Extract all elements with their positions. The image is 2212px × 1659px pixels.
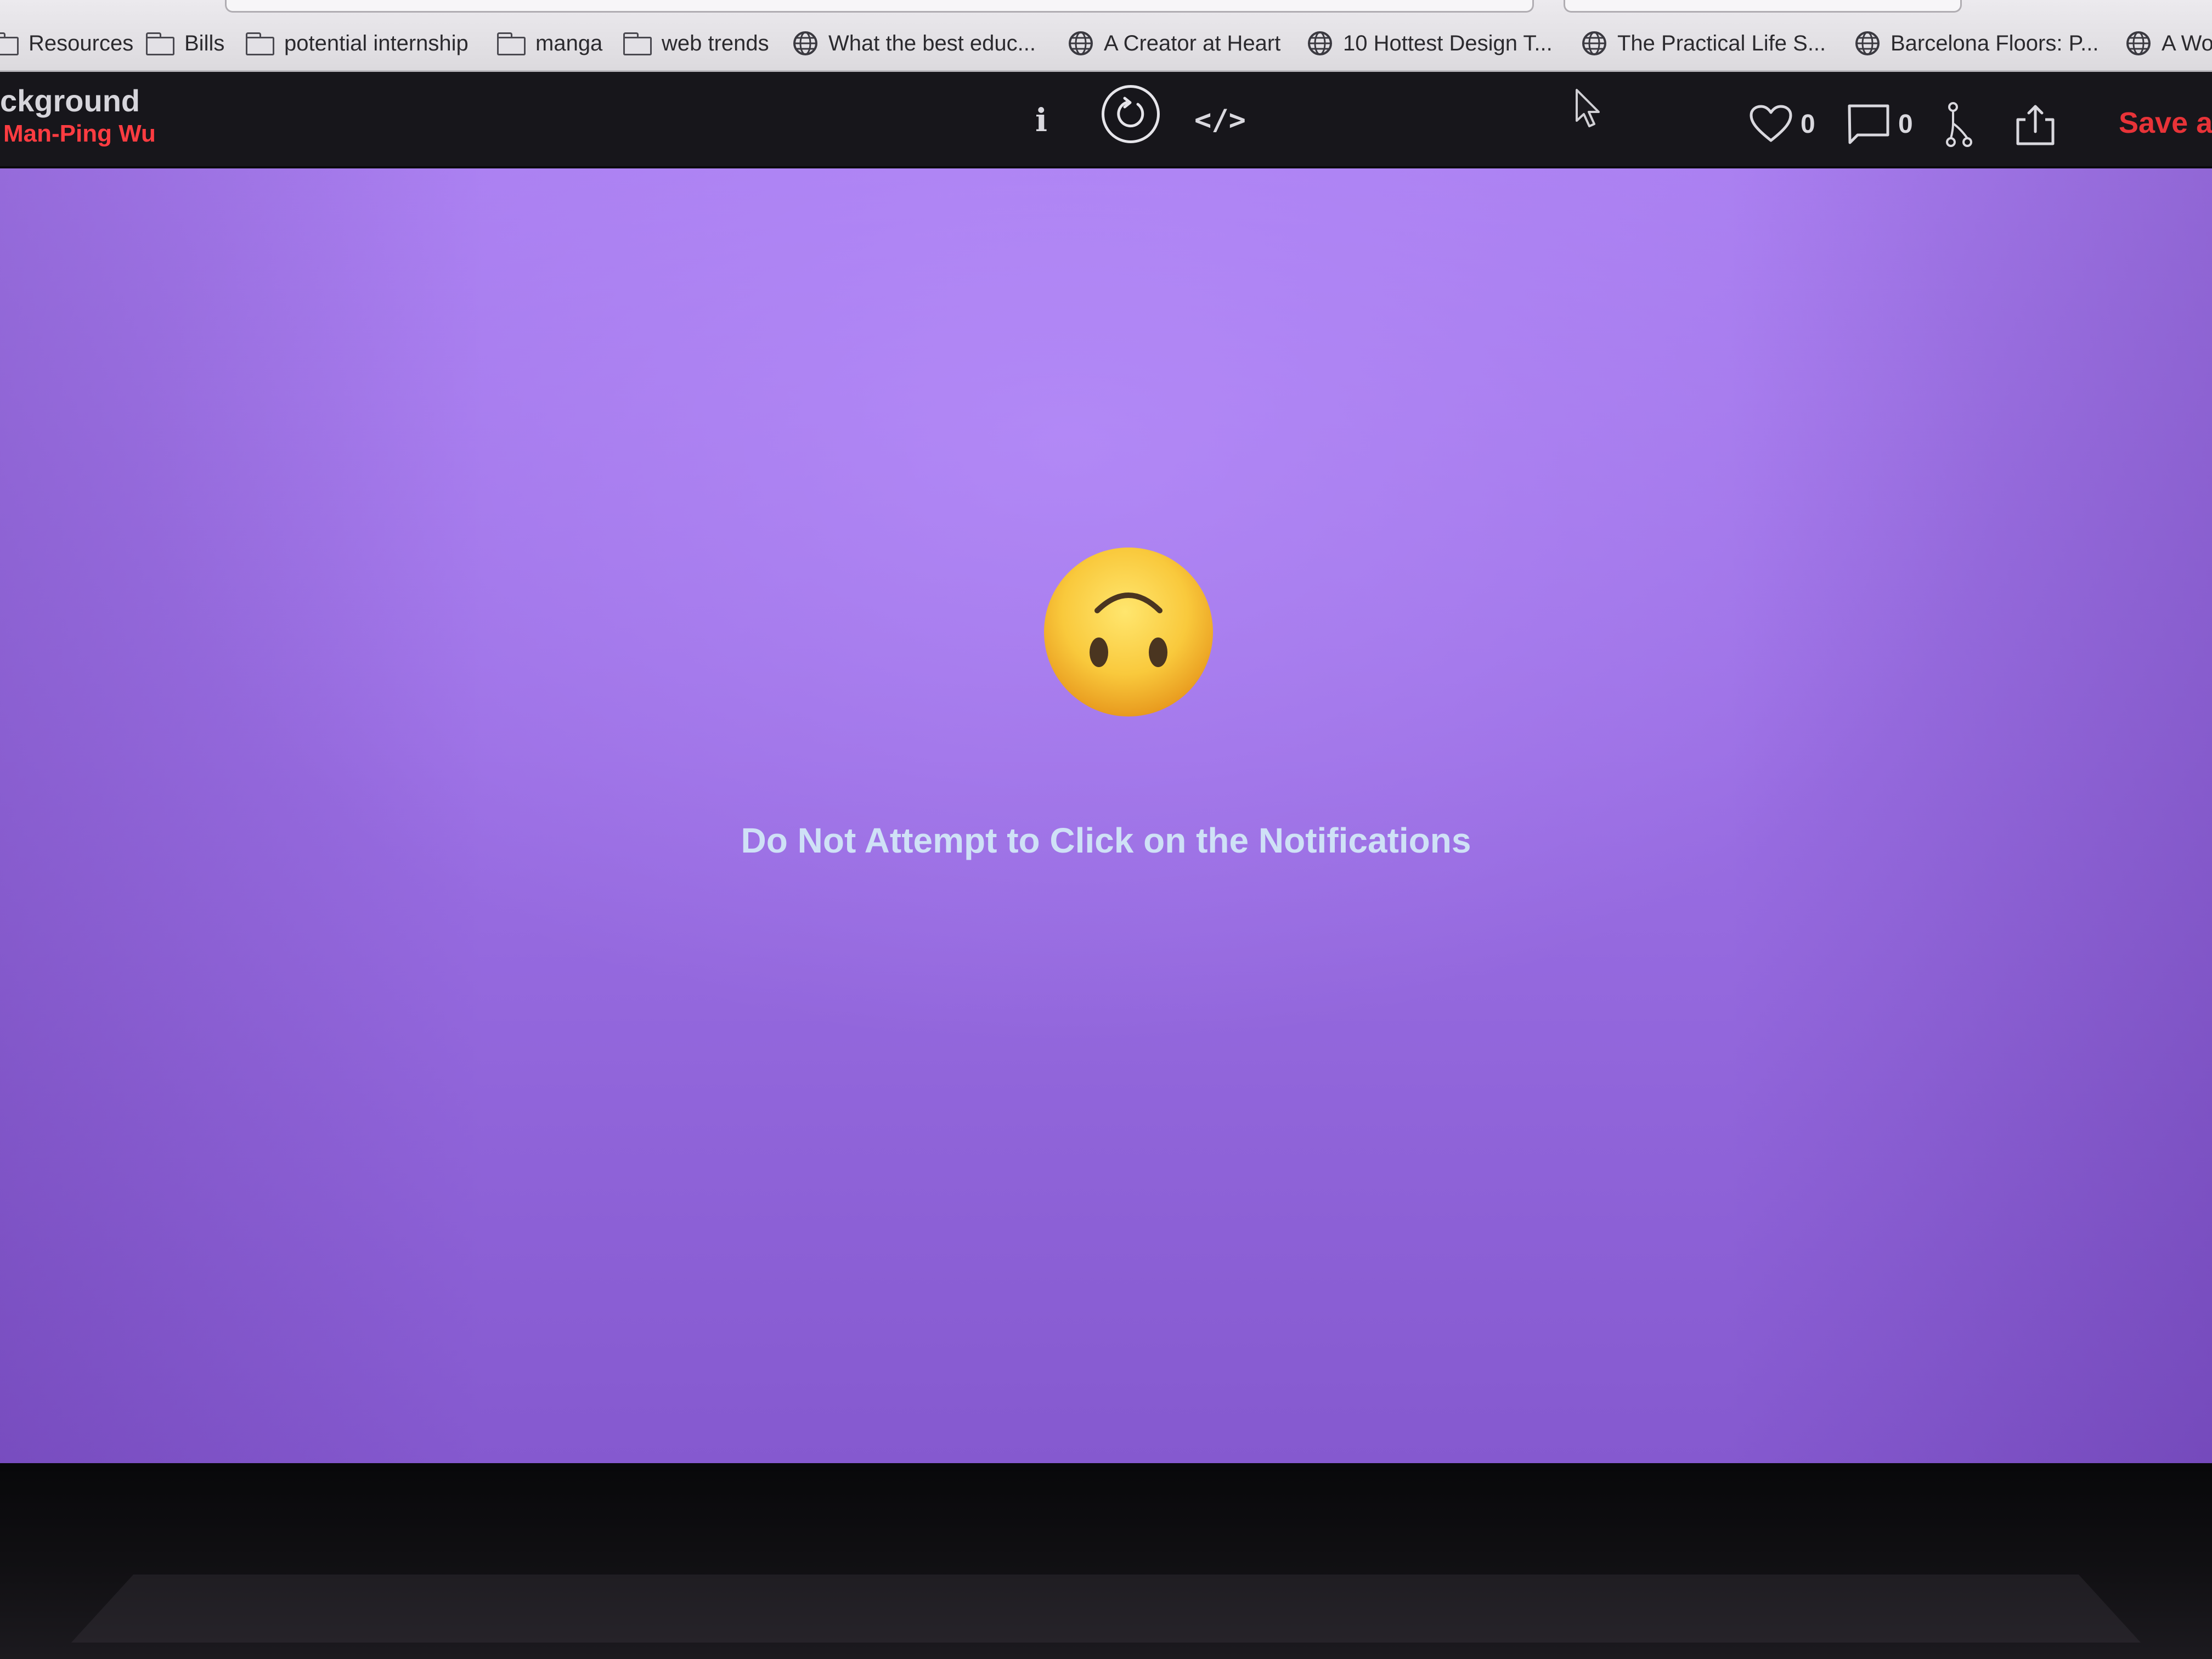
- screen: Resources Bills potential internship man…: [0, 0, 2212, 1659]
- bookmark-creator-at-heart[interactable]: A Creator at Heart: [1068, 24, 1280, 63]
- fork-icon: [1946, 102, 1972, 147]
- folder-icon: [497, 32, 526, 55]
- share-icon: [2016, 105, 2055, 145]
- bookmark-label: Barcelona Floors: P...: [1891, 31, 2099, 55]
- pen-title[interactable]: ckground: [0, 83, 140, 119]
- bookmark-label: A Wo: [2162, 31, 2212, 55]
- bookmark-practical-life[interactable]: The Practical Life S...: [1581, 24, 1826, 63]
- address-bar-edge[interactable]: [225, 0, 1534, 13]
- editor-toolbar: ckground Man-Ping Wu i </> 0 0 Save a: [0, 72, 2212, 168]
- bookmark-barcelona-floors[interactable]: Barcelona Floors: P...: [1854, 24, 2098, 63]
- bookmark-label: potential internship: [284, 31, 469, 55]
- bookmark-manga[interactable]: manga: [497, 24, 602, 63]
- share-button[interactable]: [2012, 100, 2058, 150]
- embed-code-button[interactable]: </>: [1194, 99, 1246, 141]
- globe-icon: [1308, 31, 1332, 55]
- bookmark-best-educ[interactable]: What the best educ...: [792, 24, 1036, 63]
- bookmark-hottest-design[interactable]: 10 Hottest Design T...: [1307, 24, 1553, 63]
- bookmark-label: Bills: [184, 31, 225, 55]
- upside-down-face-icon: [1044, 548, 1213, 716]
- bookmark-bills[interactable]: Bills: [146, 24, 224, 63]
- bookmark-label: What the best educ...: [828, 31, 1036, 55]
- preview-pane: Do Not Attempt to Click on the Notificat…: [0, 168, 2212, 1463]
- bookmark-resources[interactable]: Resources: [0, 24, 133, 63]
- heart-icon: [1750, 105, 1792, 142]
- bookmark-web-trends[interactable]: web trends: [623, 24, 769, 63]
- bookmarks-bar: Resources Bills potential internship man…: [0, 0, 2212, 72]
- monitor-base: [71, 1575, 2141, 1643]
- folder-icon: [246, 32, 274, 55]
- pen-author[interactable]: Man-Ping Wu: [3, 120, 156, 148]
- globe-icon: [1855, 31, 1880, 55]
- bookmark-label: manga: [535, 31, 603, 55]
- bookmark-label: Resources: [29, 31, 134, 55]
- bookmark-label: A Creator at Heart: [1104, 31, 1281, 55]
- folder-icon: [146, 32, 174, 55]
- info-button[interactable]: i: [1026, 98, 1057, 142]
- globe-icon: [2126, 31, 2151, 55]
- refresh-icon: [1117, 97, 1144, 128]
- folder-icon: [623, 32, 652, 55]
- globe-icon: [1582, 31, 1606, 55]
- like-count: 0: [1801, 109, 1815, 139]
- fork-button[interactable]: [1942, 100, 1977, 150]
- bookmark-potential-internship[interactable]: potential internship: [246, 24, 469, 63]
- mouse-cursor-icon: [1576, 89, 1600, 127]
- bookmark-label: 10 Hottest Design T...: [1343, 31, 1553, 55]
- bookmark-label: web trends: [662, 31, 769, 55]
- bookmark-label: The Practical Life S...: [1617, 31, 1826, 55]
- save-as-button[interactable]: Save as: [2119, 106, 2212, 140]
- run-button[interactable]: [1102, 85, 1160, 143]
- comment-count: 0: [1898, 109, 1913, 139]
- notice-message: Do Not Attempt to Click on the Notificat…: [741, 821, 1471, 860]
- like-button[interactable]: 0: [1749, 99, 1815, 149]
- comment-icon: [1848, 104, 1889, 144]
- folder-icon: [0, 32, 19, 55]
- comments-button[interactable]: 0: [1847, 99, 1913, 149]
- bookmark-a-wo[interactable]: A Wo: [2125, 24, 2212, 63]
- globe-icon: [1069, 31, 1093, 55]
- search-bar-edge[interactable]: [1564, 0, 1962, 13]
- globe-icon: [793, 31, 817, 55]
